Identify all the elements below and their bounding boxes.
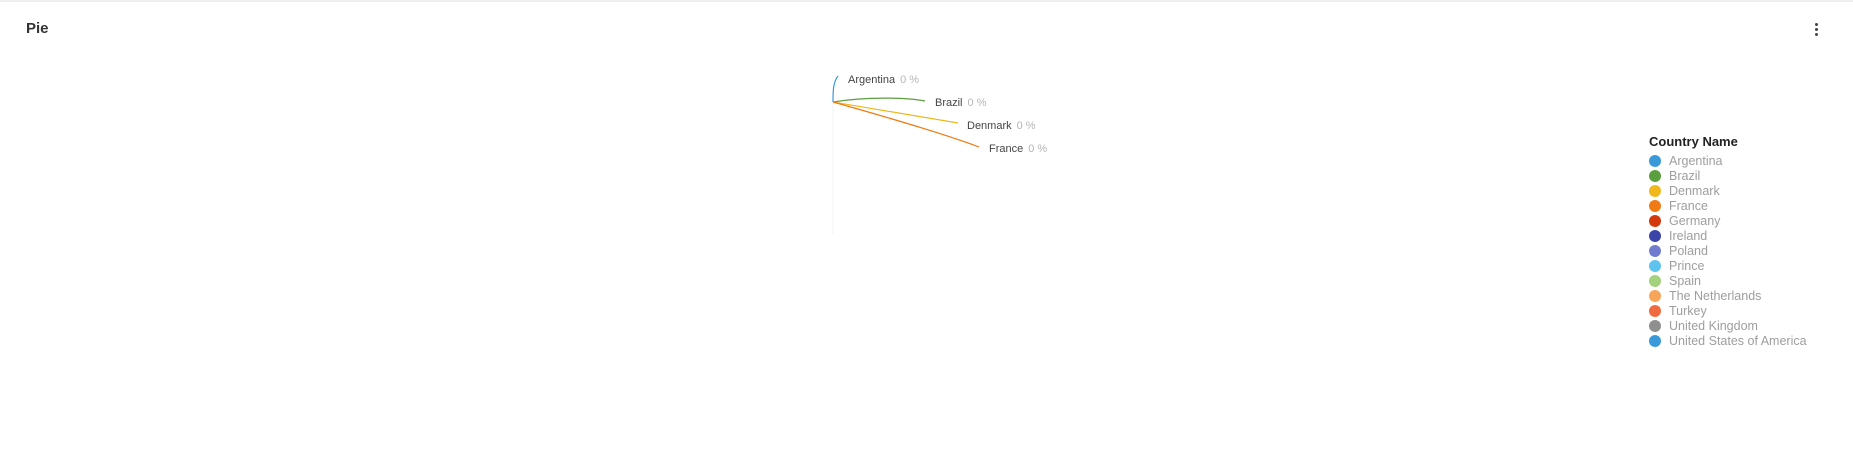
legend-label: Spain — [1669, 273, 1701, 288]
legend-item[interactable]: Ireland — [1649, 228, 1807, 243]
chart-legend: Country Name Argentina Brazil Denmark Franc… — [1649, 134, 1807, 348]
legend-swatch — [1649, 289, 1661, 302]
legend-item[interactable]: Germany — [1649, 213, 1807, 228]
legend-label: United States of America — [1669, 333, 1807, 348]
legend-swatch — [1649, 199, 1661, 212]
legend-item[interactable]: The Netherlands — [1649, 288, 1807, 303]
legend-item[interactable]: United States of America — [1649, 333, 1807, 348]
legend-item[interactable]: Spain — [1649, 273, 1807, 288]
legend-swatch — [1649, 304, 1661, 317]
legend-label: Germany — [1669, 213, 1721, 228]
legend-label: Brazil — [1669, 168, 1701, 183]
legend-item[interactable]: United Kingdom — [1649, 318, 1807, 333]
legend-swatch — [1649, 274, 1661, 287]
label-connector — [832, 97, 926, 103]
legend-label: Poland — [1669, 243, 1708, 258]
legend-item[interactable]: Turkey — [1649, 303, 1807, 318]
label-connector — [832, 75, 839, 103]
legend-item[interactable]: Denmark — [1649, 183, 1807, 198]
legend-swatch — [1649, 169, 1661, 182]
data-label: France 0 % — [989, 143, 1047, 155]
legend-swatch — [1649, 154, 1661, 167]
legend-title: Country Name — [1649, 134, 1738, 149]
legend-label: France — [1669, 198, 1708, 213]
legend-label: Prince — [1669, 258, 1705, 273]
legend-swatch — [1649, 229, 1661, 242]
legend-label: Turkey — [1669, 303, 1707, 318]
legend-label: Ireland — [1669, 228, 1708, 243]
legend-label: Denmark — [1669, 183, 1720, 198]
legend-swatch — [1649, 259, 1661, 272]
legend-item[interactable]: France — [1649, 198, 1807, 213]
legend-swatch — [1649, 334, 1661, 347]
legend-swatch — [1649, 244, 1661, 257]
legend-item[interactable]: Argentina — [1649, 153, 1807, 168]
legend-label: Argentina — [1669, 153, 1723, 168]
legend-item[interactable]: Prince — [1649, 258, 1807, 273]
legend-swatch — [1649, 214, 1661, 227]
legend-swatch — [1649, 184, 1661, 197]
data-label: Argentina 0 % — [848, 74, 919, 86]
legend-items: Argentina Brazil Denmark France Germany Irela… — [1649, 153, 1807, 348]
legend-label: The Netherlands — [1669, 288, 1762, 303]
legend-item[interactable]: Brazil — [1649, 168, 1807, 183]
data-label: Brazil 0 % — [935, 97, 987, 109]
legend-swatch — [1649, 319, 1661, 332]
pie-chart: Argentina 0 % Brazil 0 % Denmark 0 % France 0 % — [832, 74, 1047, 234]
data-label: Denmark 0 % — [967, 120, 1036, 132]
pie-data-labels: Argentina 0 % Brazil 0 % Denmark 0 % France 0 % — [832, 74, 1047, 155]
legend-item[interactable]: Poland — [1649, 243, 1807, 258]
legend-label: United Kingdom — [1669, 318, 1758, 333]
